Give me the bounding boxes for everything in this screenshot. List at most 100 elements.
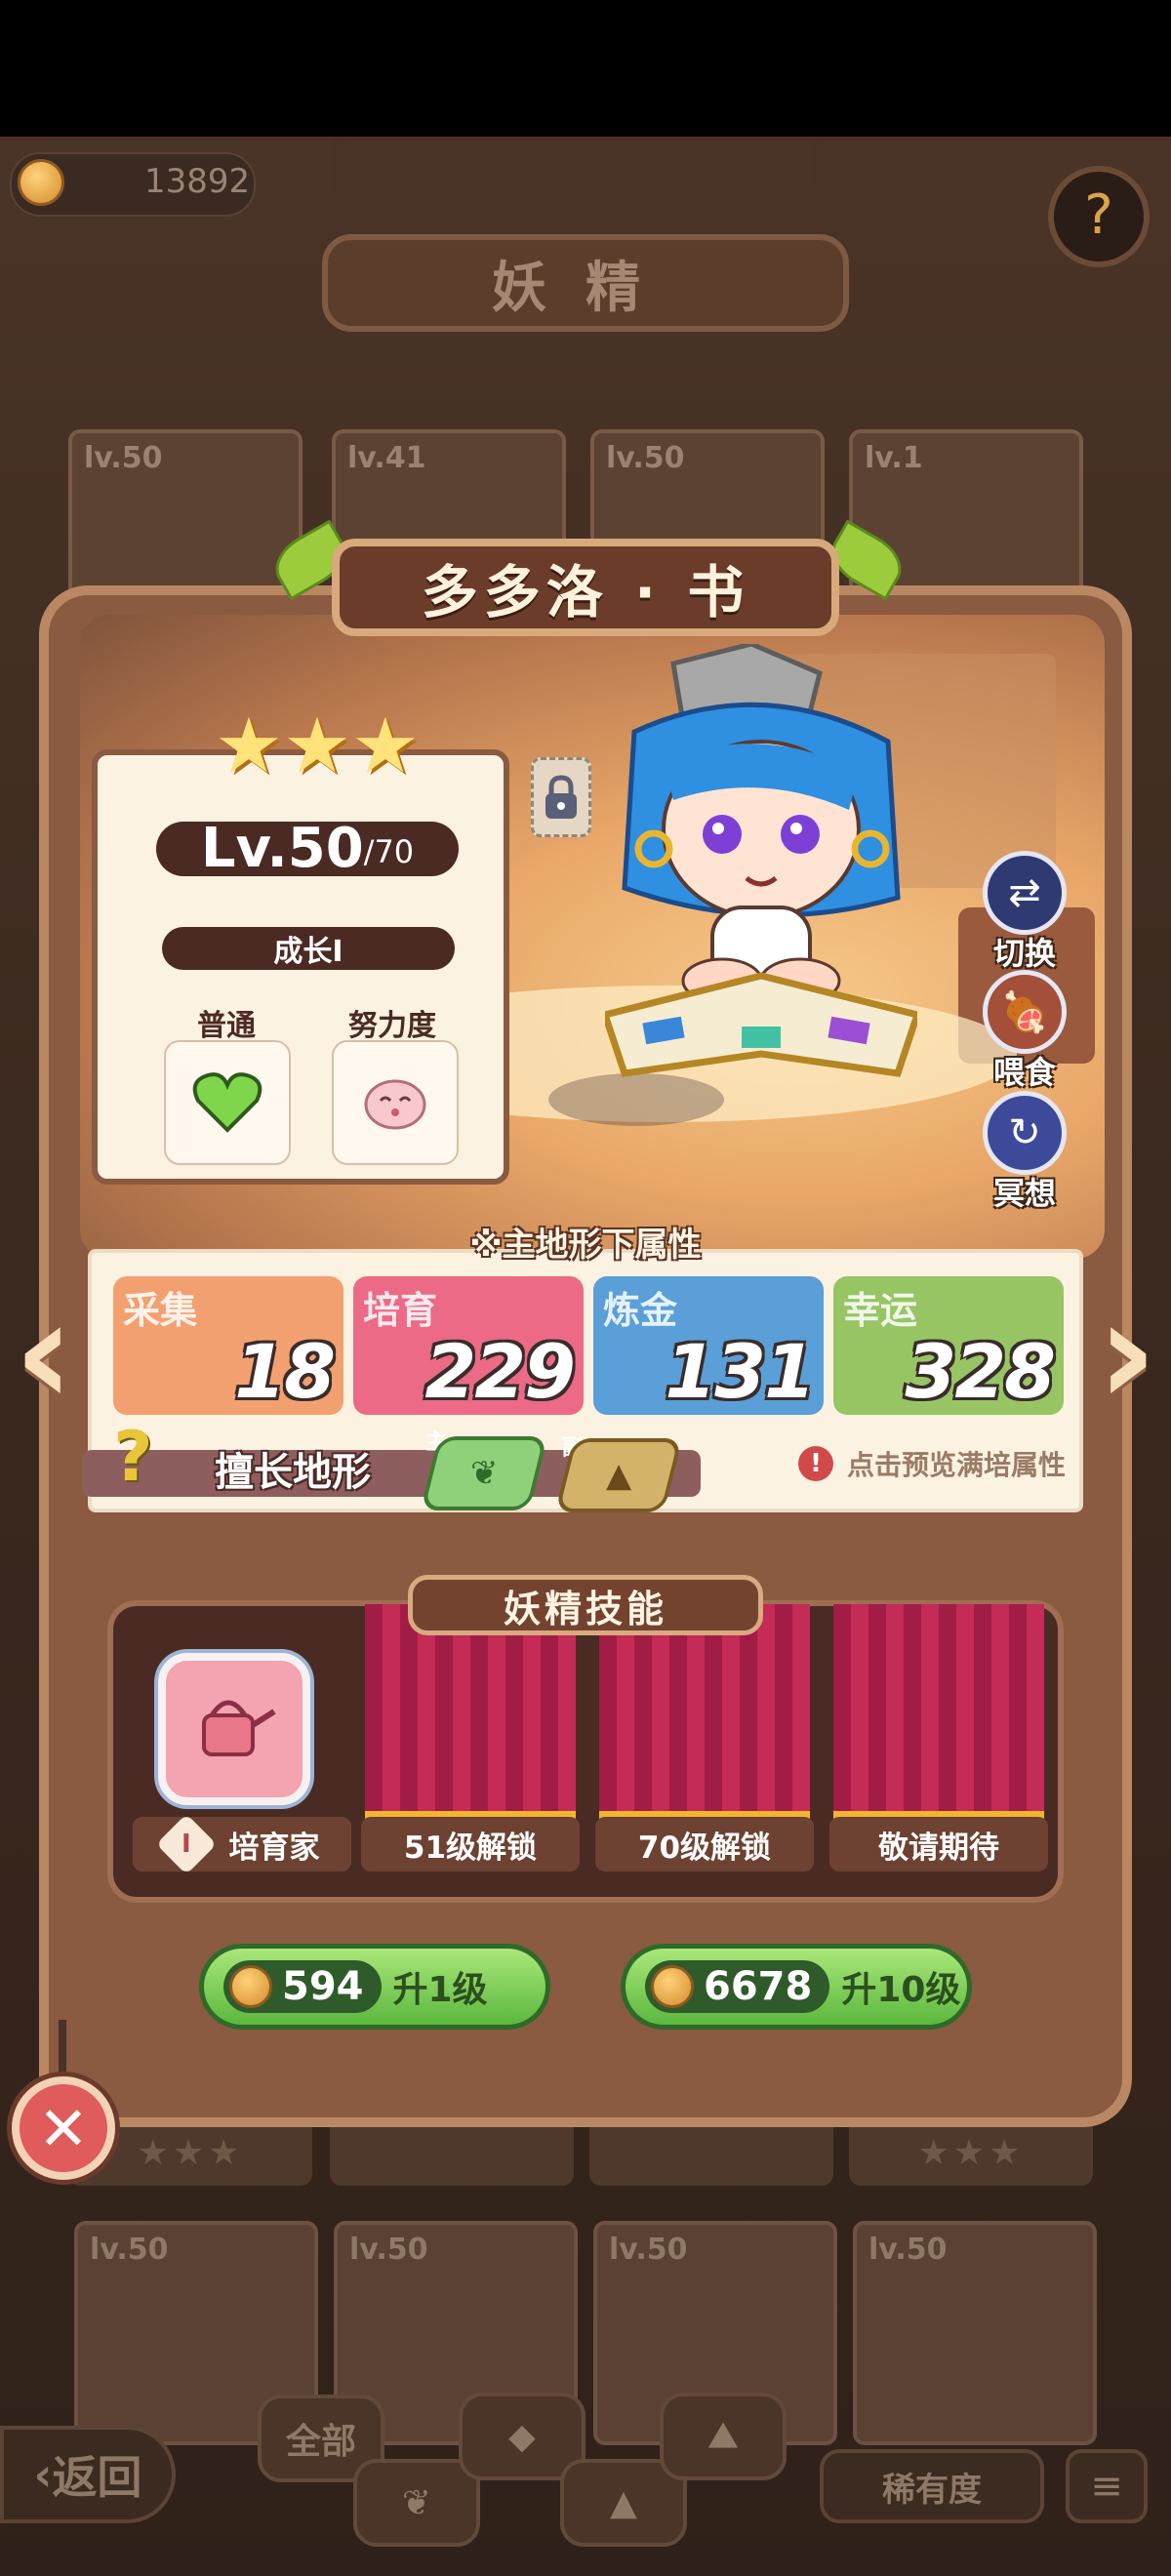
back-chevron-icon: ‹ <box>33 2448 53 2501</box>
heart-icon <box>192 1072 262 1133</box>
coin-counter: 13892 <box>10 152 256 217</box>
roster-card[interactable]: lv.50 <box>853 2221 1097 2445</box>
effort-label: 努力度 <box>348 1009 436 1043</box>
locked-skill-curtain <box>599 1604 810 1823</box>
skill-label: 70级解锁 <box>595 1817 814 1872</box>
rarity-label: 普通 <box>197 1009 256 1043</box>
lock-button[interactable] <box>531 757 591 837</box>
skill-label-text: 培育家 <box>228 1830 320 1866</box>
stat-name: 幸运 <box>843 1289 918 1332</box>
feed-button[interactable]: 🍖 喂食 <box>976 970 1073 1093</box>
fairy-name-plaque: 多多洛 · 书 <box>332 539 839 636</box>
stat-alchemy: 炼金 131 <box>593 1276 824 1415</box>
stat-gather: 采集 18 <box>113 1276 343 1415</box>
roster-card-level: lv.50 <box>609 2233 688 2267</box>
meditate-icon: ↻ <box>983 1091 1067 1175</box>
stat-value: 229 <box>424 1328 576 1415</box>
upgrade-1-button[interactable]: 594 升1级 <box>199 1944 550 2030</box>
roster-card-level: lv.50 <box>84 441 163 475</box>
prev-fairy-arrow[interactable]: ‹ <box>0 1280 88 1427</box>
skill-label: 51级解锁 <box>361 1817 580 1872</box>
level-value: Lv.50 <box>200 817 364 880</box>
cost-pill: 594 <box>223 1960 382 2013</box>
meat-icon: 🍖 <box>983 970 1067 1054</box>
star-rating: ★★★ <box>215 708 420 785</box>
skill-label: 敬请期待 <box>829 1817 1048 1872</box>
page-title: 妖精 <box>322 234 849 332</box>
stats-section-title: ※主地形下属性 <box>469 1226 702 1265</box>
fairy-info-card: ★★★ Lv.50 /70 成长I 普通 努力度 <box>92 708 509 1185</box>
growth-badge: 成长I <box>162 927 455 970</box>
roster-card-level: lv.41 <box>347 441 426 475</box>
filter-mountain-icon[interactable]: ⛰ <box>660 2393 787 2480</box>
rarity-sort-button[interactable]: 稀有度 <box>820 2449 1044 2523</box>
sub-terrain-icon[interactable]: ▲ <box>554 1438 683 1512</box>
locked-skill-curtain <box>365 1604 576 1823</box>
roster-card-level: lv.50 <box>606 441 685 475</box>
roster-card-level: lv.50 <box>868 2233 948 2267</box>
star-rating: ★★★ <box>917 2133 1025 2173</box>
terrain-question-icon: ? <box>113 1417 153 1497</box>
sort-icon: ≡ <box>1090 2464 1123 2509</box>
upgrade-action: 升1级 <box>392 1970 488 2010</box>
skill-label[interactable]: I 培育家 <box>133 1813 351 1875</box>
skill-info-icon: I <box>155 1813 217 1875</box>
coin-amount: 13892 <box>144 162 251 201</box>
info-alert-icon: ! <box>798 1446 833 1481</box>
star-icon: ★ <box>282 703 351 790</box>
coin-icon <box>651 1965 694 2008</box>
back-label: 返回 <box>52 2451 142 2504</box>
next-fairy-arrow[interactable]: › <box>1083 1280 1171 1427</box>
coin-icon <box>229 1965 272 2008</box>
watering-can-icon[interactable] <box>158 1653 310 1805</box>
effort-box[interactable] <box>332 1040 459 1165</box>
stat-luck: 幸运 328 <box>833 1276 1064 1415</box>
switch-icon: ⇄ <box>983 851 1067 935</box>
fairy-illustration <box>600 641 922 1077</box>
close-button[interactable]: ✕ <box>12 2076 115 2180</box>
upgrade-cost: 594 <box>282 1964 364 2009</box>
cost-pill: 6678 <box>645 1960 830 2013</box>
skill-nurture-icon <box>202 1700 276 1756</box>
switch-button[interactable]: ⇄ 切换 <box>976 851 1073 974</box>
effort-face-icon <box>364 1079 426 1130</box>
level-max: /70 <box>363 833 415 870</box>
question-icon: ? <box>1084 183 1113 247</box>
fairy-character[interactable] <box>600 641 922 1093</box>
stat-name: 采集 <box>123 1289 198 1332</box>
stat-value: 18 <box>234 1328 336 1415</box>
stat-value: 328 <box>905 1328 1056 1415</box>
switch-label: 切换 <box>992 935 1056 972</box>
stat-nurture: 培育 229 <box>353 1276 584 1415</box>
filter-plant-icon[interactable]: ❦ <box>353 2459 480 2547</box>
filter-all-label: 全部 <box>285 2422 356 2462</box>
lock-icon <box>545 775 577 819</box>
skills-title: 妖精技能 <box>408 1575 763 1635</box>
rarity-box[interactable] <box>164 1040 291 1165</box>
star-icon: ★ <box>350 703 420 790</box>
close-rope <box>59 2020 66 2080</box>
roster-card-level: lv.1 <box>865 441 923 475</box>
stat-name: 炼金 <box>603 1289 678 1332</box>
preview-hint[interactable]: 点击预览满培属性 <box>847 1444 1066 1483</box>
back-button[interactable]: ‹ 返回 <box>0 2426 176 2523</box>
upgrade-cost: 6678 <box>704 1964 813 2009</box>
fairy-name: 多多洛 · 书 <box>421 559 750 625</box>
stat-value: 131 <box>665 1328 816 1415</box>
meditate-label: 冥想 <box>992 1175 1056 1212</box>
upgrade-10-button[interactable]: 6678 升10级 <box>621 1944 972 2030</box>
upgrade-action: 升10级 <box>841 1970 961 2010</box>
main-terrain-icon[interactable]: ❦ <box>420 1436 548 1510</box>
roster-card-level: lv.50 <box>90 2233 169 2267</box>
feed-label: 喂食 <box>992 1054 1056 1091</box>
meditate-button[interactable]: ↻ 冥想 <box>976 1091 1073 1214</box>
star-icon: ★ <box>215 703 283 790</box>
close-icon: ✕ <box>38 2092 89 2164</box>
help-button[interactable]: ? <box>1048 166 1150 267</box>
locked-skill-curtain <box>833 1604 1044 1823</box>
sort-order-button[interactable]: ≡ <box>1066 2449 1148 2523</box>
level-display: Lv.50 /70 <box>156 822 459 876</box>
coin-icon <box>18 159 64 206</box>
terrain-label: 擅长地形 <box>215 1450 371 1495</box>
stat-name: 培育 <box>363 1289 438 1332</box>
